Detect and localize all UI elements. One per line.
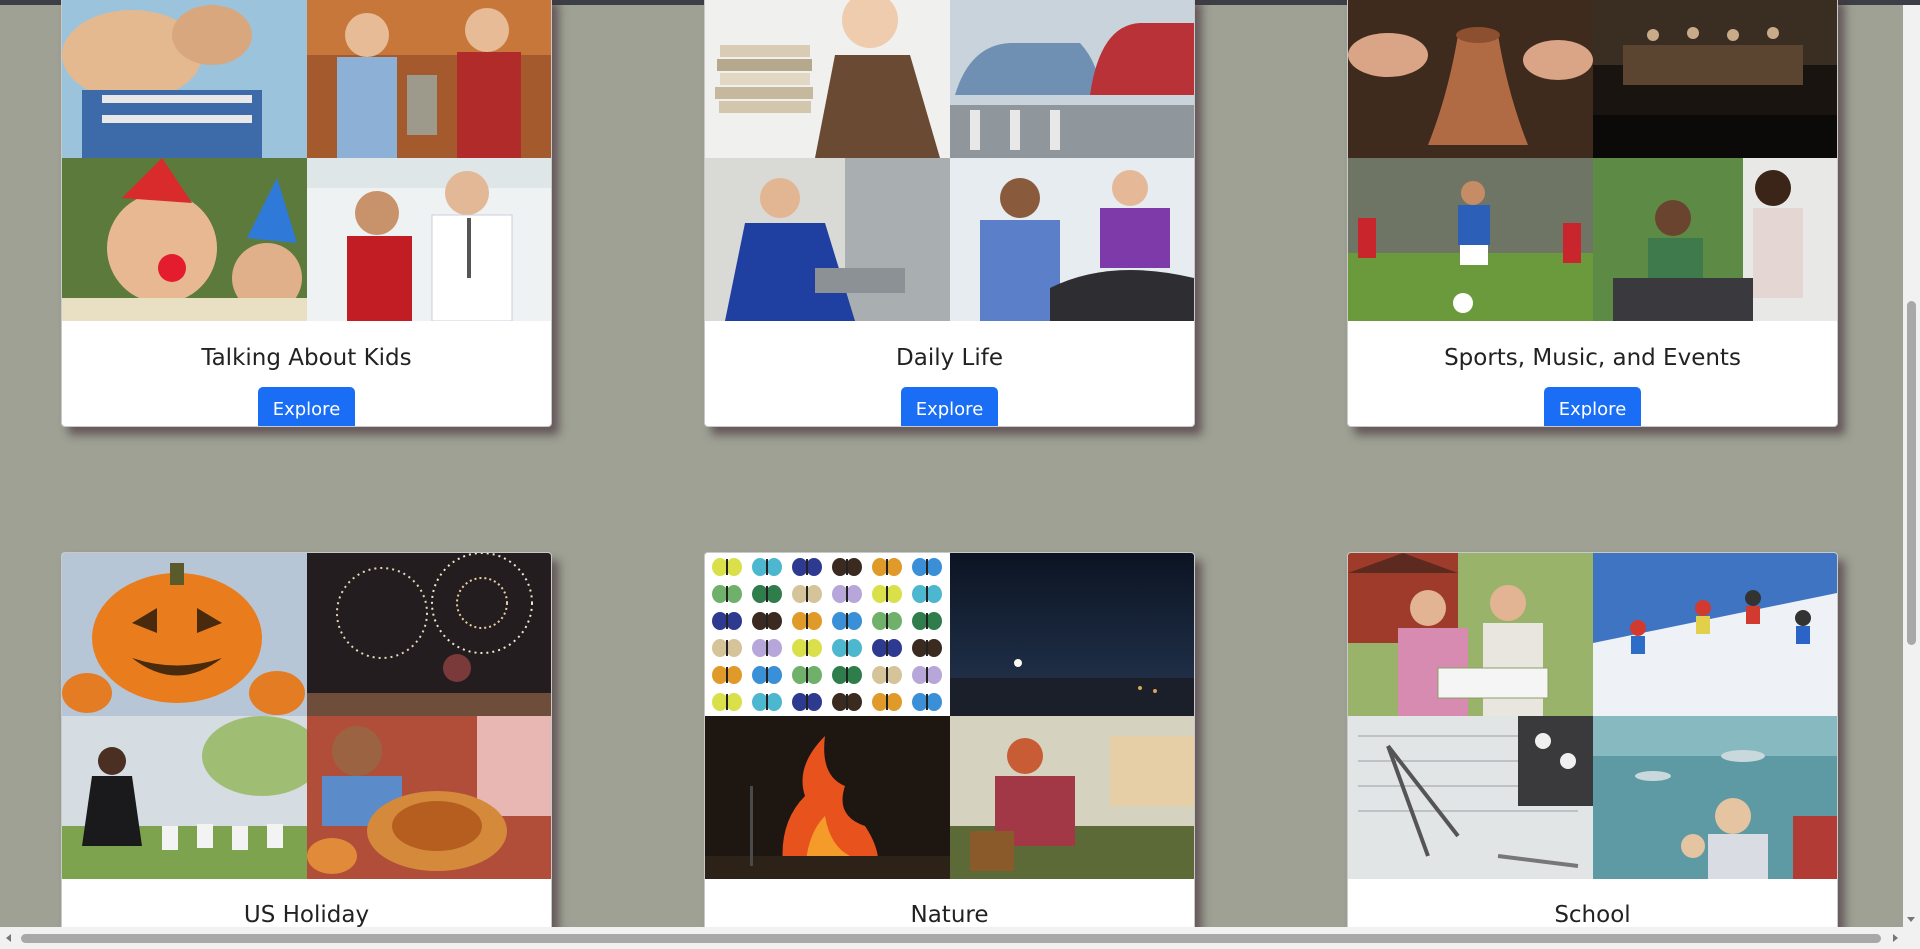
category-card-daily-life: Daily Life Explore xyxy=(704,0,1195,427)
explore-button[interactable]: Explore xyxy=(1544,387,1641,426)
collage-photo xyxy=(307,716,551,879)
category-card-talking-about-kids: Talking About Kids Explore xyxy=(61,0,552,427)
collage-photo xyxy=(62,0,307,158)
explore-button[interactable]: Explore xyxy=(901,387,998,426)
collage-photo xyxy=(705,716,950,879)
collage-photo xyxy=(950,716,1194,879)
collage-photo xyxy=(1348,553,1593,716)
collage-photo xyxy=(62,158,307,321)
card-title: School xyxy=(1554,902,1631,928)
card-image-collage[interactable] xyxy=(62,553,551,879)
collage-photo xyxy=(705,553,950,716)
collage-photo xyxy=(1593,716,1837,879)
horizontal-scrollbar[interactable] xyxy=(0,927,1920,949)
card-image-collage[interactable] xyxy=(1348,553,1837,879)
card-title: Sports, Music, and Events xyxy=(1444,345,1741,371)
collage-photo xyxy=(950,0,1194,158)
category-card-us-holiday: US Holiday xyxy=(61,552,552,949)
card-title: US Holiday xyxy=(243,902,370,928)
collage-photo xyxy=(950,553,1194,716)
scroll-left-arrow-icon[interactable] xyxy=(6,934,11,942)
collage-photo xyxy=(705,0,950,158)
collage-photo xyxy=(705,158,950,321)
collage-photo xyxy=(62,716,307,879)
explore-button[interactable]: Explore xyxy=(258,387,355,426)
collage-photo xyxy=(1593,158,1837,321)
card-title: Daily Life xyxy=(896,345,1003,371)
collage-photo xyxy=(1348,716,1593,879)
category-card-sports-music-events: Sports, Music, and Events Explore xyxy=(1347,0,1838,427)
card-title: Nature xyxy=(910,902,989,928)
collage-photo xyxy=(307,0,551,158)
collage-photo xyxy=(950,158,1194,321)
card-image-collage[interactable] xyxy=(62,0,551,321)
collage-photo xyxy=(1593,553,1837,716)
scroll-right-arrow-icon[interactable] xyxy=(1893,934,1898,942)
scroll-down-arrow-icon[interactable] xyxy=(1907,917,1915,922)
category-card-school: School xyxy=(1347,552,1838,949)
horizontal-scrollbar-thumb[interactable] xyxy=(21,934,1881,943)
card-title: Talking About Kids xyxy=(201,345,412,371)
collage-photo xyxy=(1348,158,1593,321)
collage-photo xyxy=(307,553,551,716)
collage-photo xyxy=(307,158,551,321)
vertical-scrollbar[interactable] xyxy=(1903,5,1920,927)
collage-photo xyxy=(62,553,307,716)
collage-photo xyxy=(1593,0,1837,158)
vertical-scrollbar-thumb[interactable] xyxy=(1907,301,1916,645)
card-image-collage[interactable] xyxy=(705,0,1194,321)
category-card-nature: Nature xyxy=(704,552,1195,949)
card-image-collage[interactable] xyxy=(1348,0,1837,321)
collage-photo xyxy=(1348,0,1593,158)
card-image-collage[interactable] xyxy=(705,553,1194,879)
